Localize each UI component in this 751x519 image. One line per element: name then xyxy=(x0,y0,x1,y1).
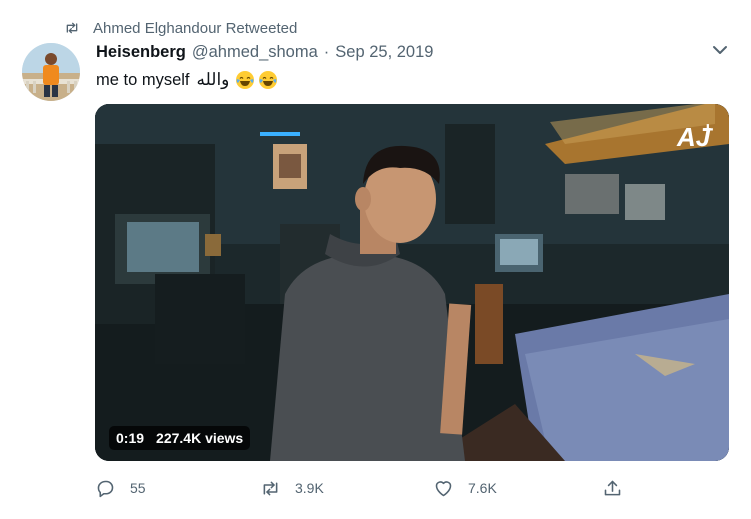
video-frame: AJ + xyxy=(95,104,729,461)
share-button[interactable] xyxy=(602,476,623,500)
tweet-text-arabic: والله xyxy=(196,70,230,89)
reply-count: 55 xyxy=(130,480,146,496)
like-button[interactable]: 7.6K xyxy=(433,476,497,500)
retweet-icon xyxy=(263,481,278,495)
like-count: 7.6K xyxy=(468,480,497,496)
chevron-down-icon xyxy=(712,45,728,55)
video-info-badge: 0:19 227.4K views xyxy=(109,426,251,450)
face-with-tears-of-joy-icon xyxy=(259,71,278,89)
more-options-button[interactable] xyxy=(711,42,729,58)
author-name[interactable]: Heisenberg xyxy=(96,43,186,62)
tweet-actions: 55 3.9K 7.6K xyxy=(95,476,635,500)
retweet-context[interactable]: Ahmed Elghandour Retweeted xyxy=(64,18,297,38)
tweet-header: Heisenberg @ahmed_shoma · Sep 25, 2019 xyxy=(96,41,433,63)
retweet-button[interactable]: 3.9K xyxy=(260,476,324,500)
avatar[interactable] xyxy=(22,43,80,101)
video-views: 227.4K views xyxy=(156,430,244,446)
face-with-tears-of-joy-icon xyxy=(236,71,255,89)
reply-button[interactable]: 55 xyxy=(95,476,146,500)
aj-plus-watermark: AJ + xyxy=(676,119,714,152)
retweet-context-label: Ahmed Elghandour Retweeted xyxy=(93,19,298,37)
share-icon xyxy=(604,480,621,495)
header-separator: · xyxy=(323,42,330,61)
tweet-text: me to myself والله xyxy=(96,68,278,92)
tweet-date[interactable]: Sep 25, 2019 xyxy=(335,43,433,62)
author-handle[interactable]: @ahmed_shoma xyxy=(192,43,318,62)
tweet-text-main: me to myself xyxy=(96,70,190,89)
video-duration: 0:19 xyxy=(116,430,145,446)
heart-icon xyxy=(435,480,452,496)
svg-text:+: + xyxy=(702,119,714,141)
video-player[interactable]: AJ + 0:19 227.4K views xyxy=(95,104,729,461)
reply-icon xyxy=(97,480,114,497)
retweet-icon xyxy=(64,20,80,36)
retweet-count: 3.9K xyxy=(295,480,324,496)
